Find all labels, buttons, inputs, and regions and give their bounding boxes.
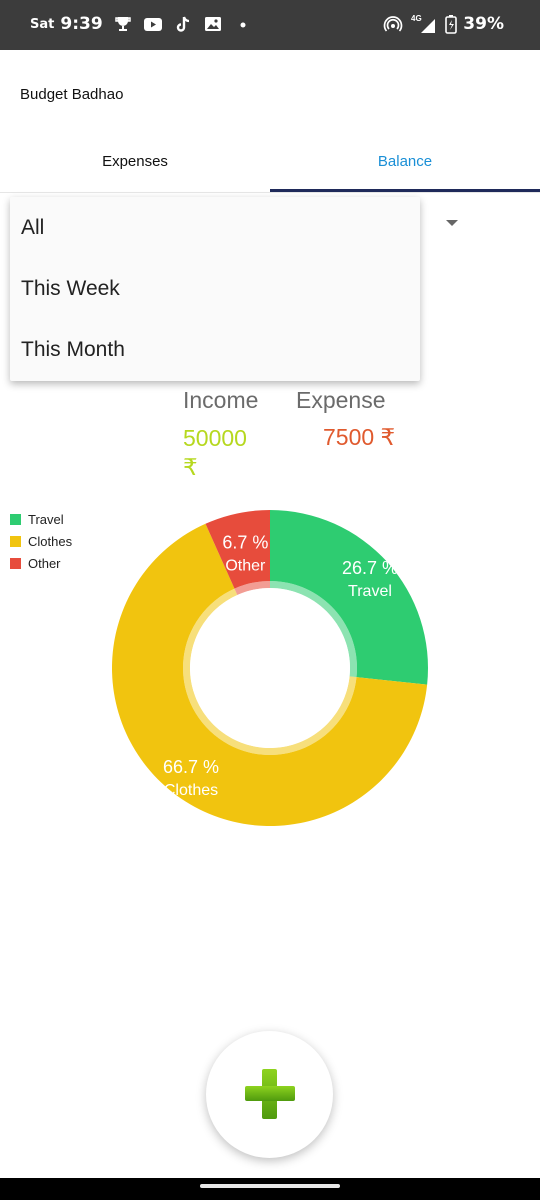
navigation-bar [0, 1178, 540, 1200]
donut-value-label-other: 6.7 % [222, 533, 268, 553]
donut-value-label-clothes: 66.7 % [163, 757, 219, 777]
home-handle[interactable] [200, 1184, 340, 1188]
donut-chart: 26.7 % Travel 66.7 % Clothes 6.7 % Other [112, 510, 428, 826]
add-expense-button[interactable] [206, 1031, 333, 1158]
dropdown-option-this-month[interactable]: This Month [10, 319, 420, 380]
donut-category-label-other: Other [225, 558, 266, 575]
donut-center [190, 588, 350, 748]
donut-category-label-clothes: Clothes [164, 782, 218, 799]
filter-dropdown-menu: All This Week This Month [10, 197, 420, 381]
donut-value-label-travel: 26.7 % [342, 558, 398, 578]
dropdown-option-this-week[interactable]: This Week [10, 258, 420, 319]
donut-category-label-travel: Travel [348, 583, 392, 600]
dropdown-option-all[interactable]: All [10, 197, 420, 258]
